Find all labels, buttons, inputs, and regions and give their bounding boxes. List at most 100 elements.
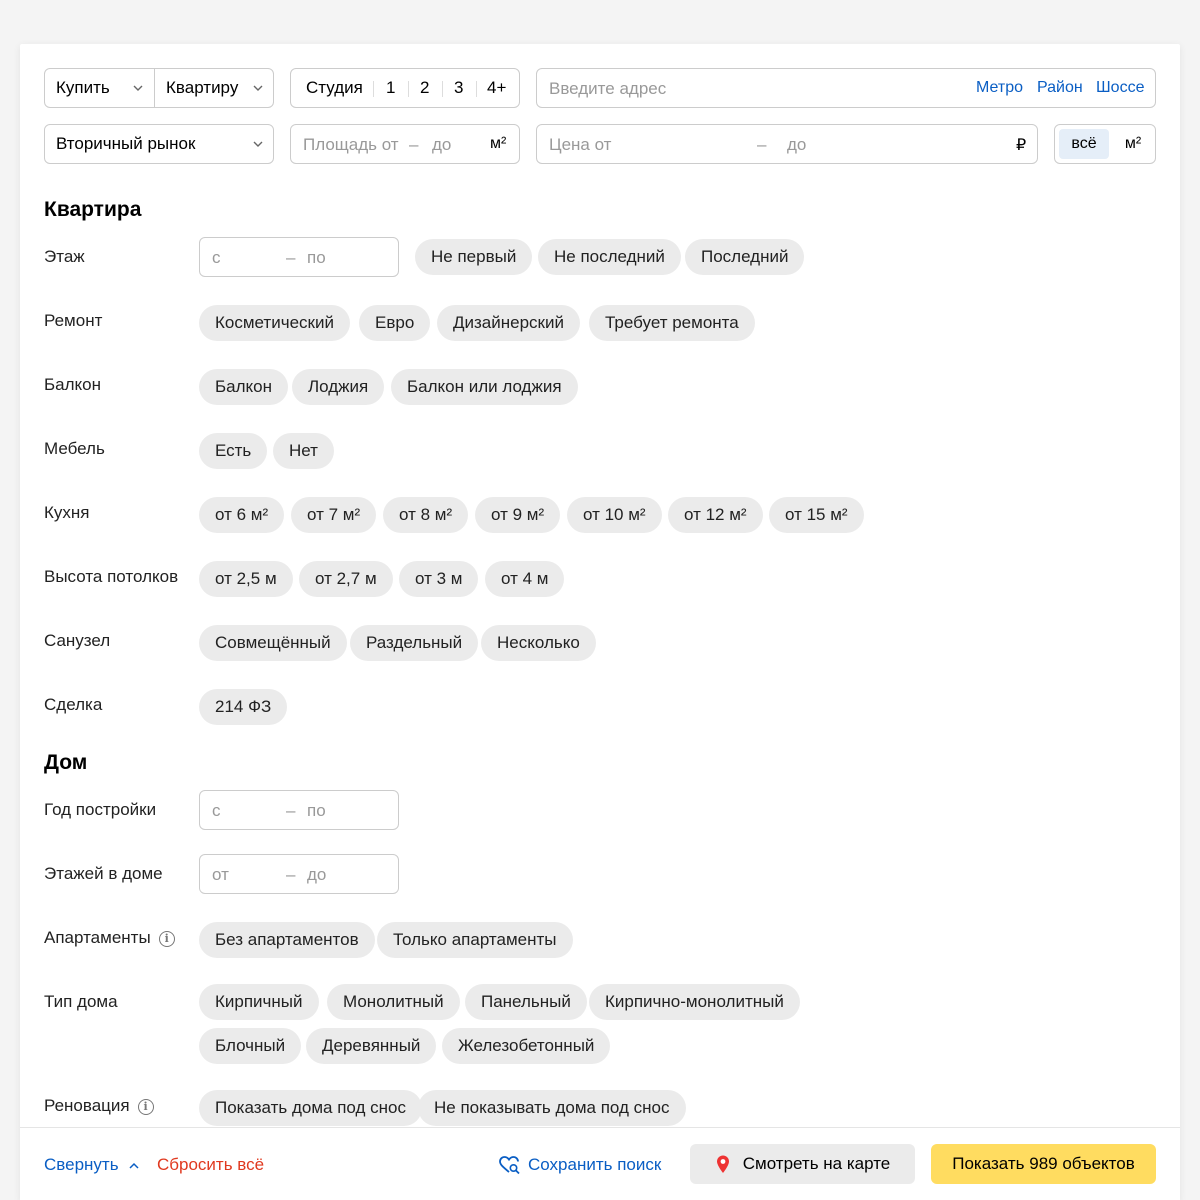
renovation-label: Реновация — [44, 1096, 130, 1115]
rooms-4plus[interactable]: 4+ — [487, 78, 506, 98]
chip-ceiling-4[interactable]: от 4 м — [485, 561, 565, 597]
divider — [373, 81, 374, 97]
chip-kitchen-9[interactable]: от 9 м² — [475, 497, 561, 533]
collapse-link[interactable]: Свернуть — [44, 1155, 139, 1175]
floors-label: Этажей в доме — [44, 864, 163, 883]
info-icon[interactable]: i — [137, 1098, 154, 1115]
price-from-placeholder: Цена от — [549, 135, 612, 154]
divider — [442, 81, 443, 97]
rooms-2[interactable]: 2 — [420, 78, 429, 98]
address-input[interactable]: Введите адрес Метро Район Шоссе — [536, 68, 1156, 108]
chip-repair-needed[interactable]: Требует ремонта — [589, 305, 755, 341]
bathroom-label: Санузел — [44, 631, 111, 650]
chip-ceiling-3[interactable]: от 3 м — [399, 561, 479, 597]
chip-only-apartments[interactable]: Только апартаменты — [377, 922, 573, 958]
repair-label: Ремонт — [44, 311, 103, 330]
rooms-studio[interactable]: Студия — [306, 78, 363, 98]
price-mode-all[interactable]: всё — [1059, 129, 1109, 159]
deal-property-select: Купить Квартиру — [44, 68, 274, 108]
chevron-down-icon — [253, 85, 263, 91]
chip-hide-demolition[interactable]: Не показывать дома под снос — [418, 1090, 686, 1126]
map-pin-icon — [716, 1155, 729, 1173]
chip-kitchen-15[interactable]: от 15 м² — [769, 497, 864, 533]
apartments-label-wrap: Апартаменты i — [44, 928, 175, 948]
chip-no-apartments[interactable]: Без апартаментов — [199, 922, 375, 958]
chip-wooden[interactable]: Деревянный — [306, 1028, 437, 1064]
ceiling-label: Высота потолков — [44, 567, 179, 586]
save-search-link[interactable]: Сохранить поиск — [498, 1155, 661, 1175]
year-range[interactable]: с – по — [199, 790, 399, 830]
collapse-label: Свернуть — [44, 1155, 119, 1174]
chip-kitchen-8[interactable]: от 8 м² — [383, 497, 469, 533]
chip-repair-designer[interactable]: Дизайнерский — [437, 305, 580, 341]
range-dash: – — [286, 865, 296, 884]
price-mode-sqm[interactable]: м² — [1113, 129, 1153, 159]
section-title-house: Дом — [44, 751, 88, 774]
area-to-placeholder: до — [432, 135, 452, 154]
rooms-3[interactable]: 3 — [454, 78, 463, 98]
area-from-placeholder: Площадь от — [303, 135, 399, 154]
rooms-1[interactable]: 1 — [386, 78, 395, 98]
chip-not-last[interactable]: Не последний — [538, 239, 681, 275]
divider — [476, 81, 477, 97]
balcony-label: Балкон — [44, 375, 102, 394]
rooms-selector: Студия 1 2 3 4+ — [290, 68, 520, 108]
show-on-map-label: Смотреть на карте — [742, 1154, 891, 1173]
info-icon[interactable]: i — [158, 930, 175, 947]
price-range[interactable]: Цена от – до ₽ — [536, 124, 1038, 164]
show-on-map-button[interactable]: Смотреть на карте — [690, 1144, 915, 1184]
show-results-button[interactable]: Показать 989 объектов — [931, 1144, 1156, 1184]
chip-block[interactable]: Блочный — [199, 1028, 302, 1064]
chip-loggia[interactable]: Лоджия — [292, 369, 385, 405]
chip-furniture-no[interactable]: Нет — [273, 433, 334, 469]
chip-kitchen-12[interactable]: от 12 м² — [668, 497, 763, 533]
highway-link[interactable]: Шоссе — [1096, 79, 1144, 97]
renovation-label-wrap: Реновация i — [44, 1096, 154, 1116]
chip-panel[interactable]: Панельный — [465, 984, 587, 1020]
chip-kitchen-6[interactable]: от 6 м² — [199, 497, 285, 533]
chip-brick-monolithic[interactable]: Кирпично-монолитный — [589, 984, 800, 1020]
metro-link[interactable]: Метро — [976, 79, 1023, 97]
chip-last[interactable]: Последний — [685, 239, 805, 275]
chip-ceiling-2-5[interactable]: от 2,5 м — [199, 561, 293, 597]
chip-monolithic[interactable]: Монолитный — [327, 984, 460, 1020]
chip-not-first[interactable]: Не первый — [415, 239, 533, 275]
chip-kitchen-10[interactable]: от 10 м² — [567, 497, 662, 533]
floors-to-placeholder: до — [307, 865, 327, 884]
year-to-placeholder: по — [307, 801, 326, 820]
chip-reinforced-concrete[interactable]: Железобетонный — [442, 1028, 611, 1064]
chip-repair-euro[interactable]: Евро — [359, 305, 431, 341]
floors-range[interactable]: от – до — [199, 854, 399, 894]
year-label: Год постройки — [44, 800, 157, 819]
chip-repair-cosmetic[interactable]: Косметический — [199, 305, 350, 341]
floor-range[interactable]: с – по — [199, 237, 399, 277]
range-dash: – — [286, 801, 296, 820]
area-range[interactable]: Площадь от – до м² — [290, 124, 520, 164]
divider — [408, 81, 409, 97]
floor-from-placeholder: с — [212, 248, 221, 267]
currency-rub: ₽ — [1016, 137, 1027, 154]
chip-show-demolition[interactable]: Показать дома под снос — [199, 1090, 423, 1126]
floors-from-placeholder: от — [212, 865, 229, 884]
year-from-placeholder: с — [212, 801, 221, 820]
chip-ceiling-2-7[interactable]: от 2,7 м — [299, 561, 393, 597]
section-title-apartment: Квартира — [44, 198, 142, 221]
chip-bathroom-several[interactable]: Несколько — [481, 625, 596, 661]
chip-balcony-or-loggia[interactable]: Балкон или лоджия — [391, 369, 578, 405]
chip-furniture-yes[interactable]: Есть — [199, 433, 268, 469]
footer-bar: Свернуть Сбросить всё Сохранить поиск См… — [20, 1127, 1180, 1200]
district-link[interactable]: Район — [1037, 79, 1083, 97]
chip-bathroom-separate[interactable]: Раздельный — [350, 625, 479, 661]
chip-kitchen-7[interactable]: от 7 м² — [291, 497, 377, 533]
chip-bathroom-combined[interactable]: Совмещённый — [199, 625, 347, 661]
kitchen-label: Кухня — [44, 503, 90, 522]
reset-all-link[interactable]: Сбросить всё — [157, 1155, 264, 1175]
chip-deal-214fz[interactable]: 214 ФЗ — [199, 689, 288, 725]
chevron-down-icon — [253, 141, 263, 147]
chevron-up-icon — [129, 1162, 139, 1169]
chip-brick[interactable]: Кирпичный — [199, 984, 319, 1020]
market-select[interactable]: Вторичный рынок — [44, 124, 274, 164]
market-value-wrap: Вторичный рынок — [45, 125, 245, 163]
range-dash: – — [286, 248, 296, 267]
chip-balcony[interactable]: Балкон — [199, 369, 289, 405]
